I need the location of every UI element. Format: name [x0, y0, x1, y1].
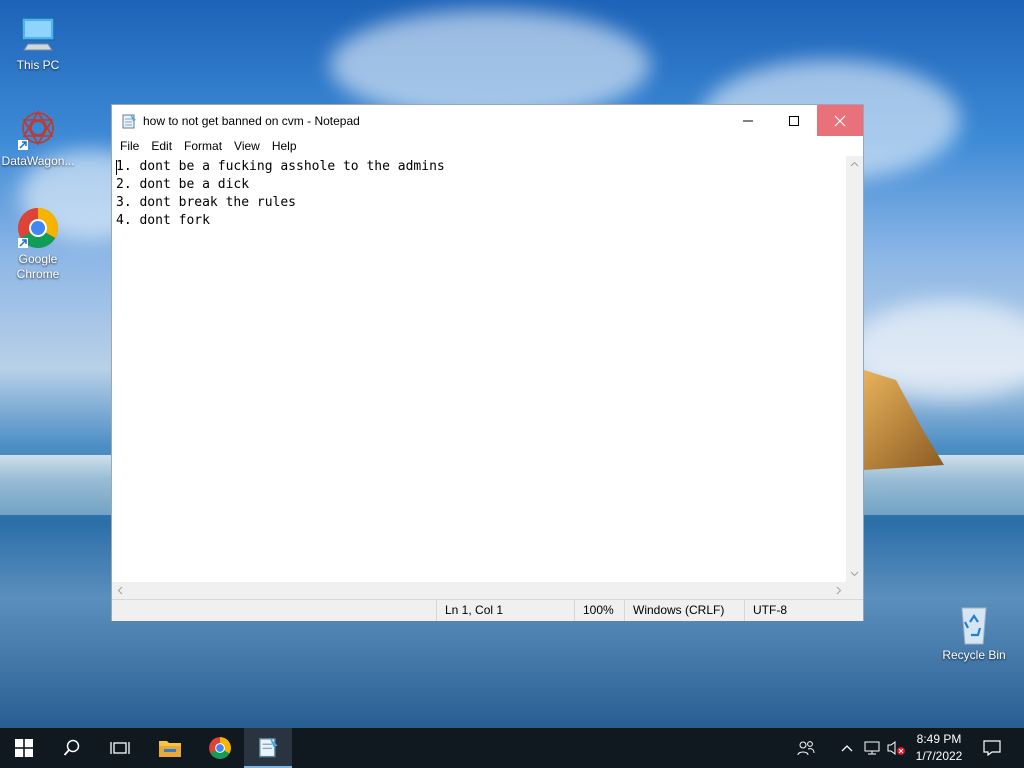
text-line: 1. dont be a fucking asshole to the admi… — [116, 159, 445, 174]
datawagon-icon — [16, 108, 60, 152]
desktop-icon-label: Google Chrome — [16, 252, 60, 281]
text-line: 4. dont fork — [116, 213, 210, 228]
maximize-icon — [789, 115, 799, 126]
action-center-button[interactable] — [972, 728, 1012, 768]
scrollbar-corner — [846, 582, 863, 599]
menu-file[interactable]: File — [114, 139, 145, 153]
text-editor[interactable]: 1. dont be a fucking asshole to the admi… — [112, 156, 847, 582]
scroll-up-arrow-icon[interactable] — [846, 156, 863, 173]
horizontal-scrollbar[interactable] — [112, 582, 847, 599]
window-title: how to not get banned on cvm - Notepad — [143, 113, 360, 128]
people-icon — [797, 741, 815, 756]
menu-help[interactable]: Help — [266, 139, 303, 153]
status-zoom: 100% — [574, 600, 624, 621]
chrome-icon — [16, 206, 60, 250]
chrome-icon — [209, 737, 231, 759]
text-line: 2. dont be a dick — [116, 177, 250, 192]
task-view-button[interactable] — [96, 728, 144, 768]
status-line-endings: Windows (CRLF) — [624, 600, 744, 621]
desktop-icon-label: This PC — [16, 58, 60, 72]
volume-muted-icon — [887, 741, 905, 755]
folder-icon — [159, 741, 181, 757]
desktop-icon-datawagon[interactable]: DataWagon... — [0, 108, 76, 169]
text-line: 3. dont break the rules — [116, 195, 297, 210]
network-icon — [864, 741, 880, 755]
task-view-icon — [110, 742, 130, 754]
search-button[interactable] — [48, 728, 96, 768]
desktop-icon-label: DataWagon... — [1, 154, 75, 168]
minimize-button[interactable] — [725, 105, 771, 136]
desktop-icon-this-pc[interactable]: This PC — [0, 12, 76, 73]
menu-edit[interactable]: Edit — [145, 139, 178, 153]
taskbar-file-explorer[interactable] — [146, 728, 194, 768]
taskbar-notepad[interactable] — [244, 728, 292, 768]
status-encoding: UTF-8 — [744, 600, 863, 621]
desktop-icon-google-chrome[interactable]: Google Chrome — [0, 206, 76, 282]
search-icon — [63, 739, 80, 756]
network-button[interactable] — [860, 728, 884, 768]
notification-icon — [983, 740, 1001, 756]
notepad-icon — [259, 737, 278, 758]
text-caret — [116, 160, 117, 175]
recycle-bin-icon — [952, 602, 996, 646]
clock-date[interactable]: 1/7/2022 — [908, 749, 970, 763]
notepad-window[interactable]: how to not get banned on cvm - Notepad F… — [111, 104, 864, 621]
volume-button[interactable] — [884, 728, 908, 768]
scroll-down-arrow-icon[interactable] — [846, 565, 863, 582]
computer-icon — [16, 12, 60, 56]
minimize-icon — [743, 120, 753, 121]
clock-time[interactable]: 8:49 PM — [908, 732, 970, 746]
taskbar-chrome[interactable] — [196, 728, 244, 768]
scroll-right-arrow-icon[interactable] — [830, 582, 847, 599]
scroll-left-arrow-icon[interactable] — [112, 582, 129, 599]
people-button[interactable] — [784, 728, 828, 768]
close-icon — [834, 115, 846, 126]
chevron-up-icon — [841, 745, 853, 752]
close-button[interactable] — [817, 105, 863, 136]
taskbar: 8:49 PM 1/7/2022 — [0, 728, 1024, 768]
maximize-button[interactable] — [771, 105, 817, 136]
title-bar[interactable]: how to not get banned on cvm - Notepad — [112, 105, 863, 136]
notepad-icon — [121, 113, 137, 129]
desktop-icon-recycle-bin[interactable]: Recycle Bin — [936, 602, 1012, 663]
menu-view[interactable]: View — [228, 139, 266, 153]
status-cursor-position: Ln 1, Col 1 — [436, 600, 574, 621]
start-button[interactable] — [0, 728, 48, 768]
windows-logo-icon — [15, 739, 33, 757]
show-hidden-icons-button[interactable] — [836, 728, 858, 768]
desktop-icon-label: Recycle Bin — [942, 648, 1006, 662]
menu-bar: File Edit Format View Help — [112, 136, 863, 156]
status-bar: Ln 1, Col 1 100% Windows (CRLF) UTF-8 — [112, 599, 863, 621]
menu-format[interactable]: Format — [178, 139, 228, 153]
vertical-scrollbar[interactable] — [846, 156, 863, 582]
